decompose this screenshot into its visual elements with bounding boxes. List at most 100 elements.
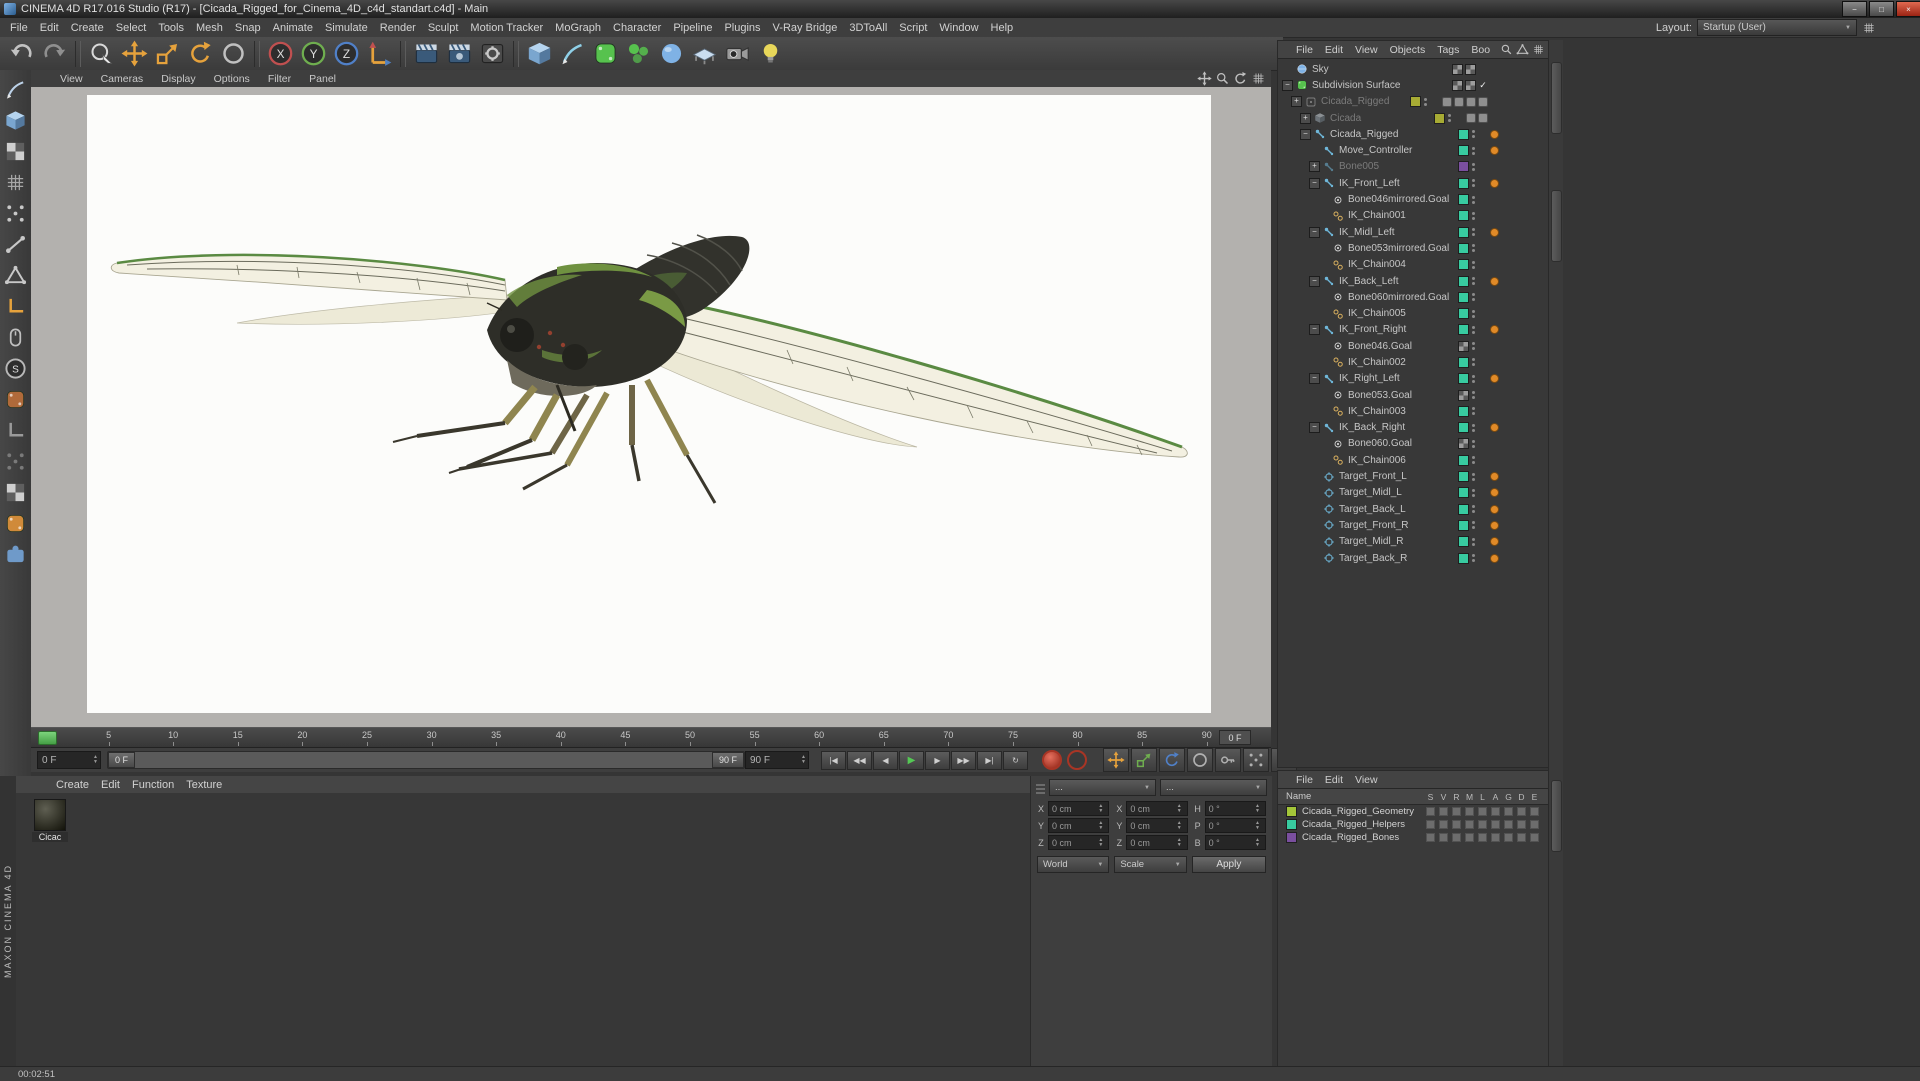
close-button[interactable]: ×: [1896, 1, 1920, 17]
layer-color-toggle[interactable]: [1458, 405, 1469, 417]
object-row-cicada-rigged[interactable]: − Cicada_Rigged: [1278, 126, 1549, 142]
layer-color-toggle[interactable]: [1458, 177, 1469, 189]
layer-color-swatch[interactable]: [1286, 832, 1297, 843]
vp-menu-options[interactable]: Options: [205, 73, 259, 85]
layer-color-toggle[interactable]: [1434, 112, 1445, 124]
record-parameter-toggle[interactable]: [1187, 748, 1213, 772]
search-icon[interactable]: [1500, 43, 1513, 56]
layer-color-toggle[interactable]: [1458, 503, 1469, 515]
coord-input-x-0[interactable]: 0 cm ▲ ▼: [1048, 801, 1110, 816]
layer-color-toggle[interactable]: [1458, 308, 1469, 320]
om-menu-view[interactable]: View: [1349, 44, 1384, 56]
menu-edit[interactable]: Edit: [34, 20, 65, 36]
dock-tab-handle[interactable]: [1551, 62, 1562, 134]
tag-icon[interactable]: [1454, 96, 1464, 107]
layer-toggle-cell[interactable]: [1437, 820, 1450, 829]
pla-toggle[interactable]: [1243, 748, 1269, 772]
layer-toggle-cell[interactable]: [1476, 820, 1489, 829]
collapse-icon[interactable]: −: [1309, 226, 1320, 238]
layers-menu-edit[interactable]: Edit: [1319, 774, 1349, 786]
material-list[interactable]: Cicac: [16, 793, 1030, 1066]
pan-view-icon[interactable]: [1197, 71, 1212, 86]
tag-icon[interactable]: [1478, 96, 1488, 107]
minimize-button[interactable]: −: [1842, 1, 1867, 17]
object-row-sky[interactable]: Sky: [1278, 61, 1549, 77]
layer-color-toggle[interactable]: [1458, 194, 1469, 206]
redo-icon[interactable]: [39, 38, 70, 69]
layer-toggle-cell[interactable]: [1437, 833, 1450, 842]
object-row-target-midl-l[interactable]: Target_Midl_L: [1278, 485, 1549, 501]
vp-menu-display[interactable]: Display: [152, 73, 204, 85]
object-row-ik-chain005[interactable]: IK_Chain005: [1278, 305, 1549, 321]
coord-input-b-2[interactable]: 0 ° ▲ ▼: [1204, 835, 1266, 850]
coord-header-2[interactable]: ... ▼: [1160, 779, 1267, 796]
tag-icon[interactable]: [1442, 96, 1452, 107]
layer-toggle-cell[interactable]: [1502, 833, 1515, 842]
freehand-spline-icon[interactable]: [557, 38, 588, 69]
render-settings-icon[interactable]: [477, 38, 508, 69]
om-menu-objects[interactable]: Objects: [1384, 44, 1432, 56]
menu-help[interactable]: Help: [985, 20, 1020, 36]
layer-color-toggle[interactable]: [1458, 454, 1469, 466]
preview-range-slider[interactable]: 0 F 90 F: [107, 751, 745, 769]
mat-menu-create[interactable]: Create: [50, 777, 95, 793]
light-icon[interactable]: [755, 38, 786, 69]
render-view-icon[interactable]: [411, 38, 442, 69]
menu-plugins[interactable]: Plugins: [718, 20, 766, 36]
object-row-ik-chain001[interactable]: IK_Chain001: [1278, 208, 1549, 224]
layer-toggle-cell[interactable]: [1515, 833, 1528, 842]
filter-icon[interactable]: [1516, 43, 1529, 56]
layer-toggle-cell[interactable]: [1450, 833, 1463, 842]
stepper-arrows-icon[interactable]: ▲ ▼: [801, 755, 808, 765]
coord-input-p-2[interactable]: 0 ° ▲ ▼: [1204, 818, 1266, 833]
layer-toggle-cell[interactable]: [1450, 820, 1463, 829]
layer-toggle-cell[interactable]: [1515, 820, 1528, 829]
render-area[interactable]: [87, 95, 1211, 713]
menu-motion-tracker[interactable]: Motion Tracker: [464, 20, 549, 36]
object-row-move-controller[interactable]: Move_Controller: [1278, 142, 1549, 158]
layer-toggle-cell[interactable]: [1450, 807, 1463, 816]
object-row-target-back-r[interactable]: Target_Back_R: [1278, 550, 1549, 566]
stepper-arrows-icon[interactable]: ▲ ▼: [93, 755, 100, 765]
layer-color-toggle[interactable]: [1458, 471, 1469, 483]
collapse-icon[interactable]: −: [1309, 373, 1320, 385]
object-row-ik-back-left[interactable]: − IK_Back_Left: [1278, 273, 1549, 289]
object-row-cicada[interactable]: + Cicada: [1278, 110, 1549, 126]
material-item[interactable]: Cicac: [32, 799, 68, 842]
layer-toggle-cell[interactable]: [1424, 807, 1437, 816]
layer-toggle-cell[interactable]: [1528, 807, 1541, 816]
make-editable-icon[interactable]: [4, 78, 27, 101]
record-position-toggle[interactable]: [1103, 748, 1129, 772]
object-row-target-back-l[interactable]: Target_Back_L: [1278, 501, 1549, 517]
mat-menu-function[interactable]: Function: [126, 777, 180, 793]
camera-icon[interactable]: [722, 38, 753, 69]
stepper-arrows-icon[interactable]: ▲ ▼: [1177, 837, 1184, 848]
menu-sculpt[interactable]: Sculpt: [422, 20, 465, 36]
collapse-icon[interactable]: −: [1309, 422, 1320, 434]
layer-color-toggle[interactable]: [1410, 96, 1421, 108]
model-mode-icon[interactable]: [4, 109, 27, 132]
layer-color-toggle[interactable]: [1458, 145, 1469, 157]
menu-render[interactable]: Render: [374, 20, 422, 36]
coord-input-y-1[interactable]: 0 cm ▲ ▼: [1126, 818, 1188, 833]
object-row-bone053mirrored-goal[interactable]: Bone053mirrored.Goal: [1278, 240, 1549, 256]
current-frame-field[interactable]: 0 F ▲ ▼: [37, 751, 101, 769]
layer-toggle-cell[interactable]: [1489, 807, 1502, 816]
stepper-arrows-icon[interactable]: ▲ ▼: [1098, 803, 1105, 814]
menu-pipeline[interactable]: Pipeline: [667, 20, 718, 36]
layer-color-toggle[interactable]: [1458, 422, 1469, 434]
menu-create[interactable]: Create: [65, 20, 110, 36]
layer-toggle-cell[interactable]: [1528, 820, 1541, 829]
render-visibility-toggle[interactable]: [1465, 79, 1476, 91]
tag-icon[interactable]: [1466, 113, 1476, 124]
menu-script[interactable]: Script: [893, 20, 933, 36]
object-row-ik-back-right[interactable]: − IK_Back_Right: [1278, 420, 1549, 436]
texture-mode-icon[interactable]: [4, 140, 27, 163]
play-button[interactable]: ▶: [899, 750, 924, 770]
simulate-icon[interactable]: [656, 38, 687, 69]
coord-input-z-1[interactable]: 0 cm ▲ ▼: [1126, 835, 1188, 850]
object-row-bone046-goal[interactable]: Bone046.Goal: [1278, 338, 1549, 354]
vp-menu-filter[interactable]: Filter: [259, 73, 300, 85]
points-mode-icon[interactable]: [4, 202, 27, 225]
object-row-ik-right-left[interactable]: − IK_Right_Left: [1278, 371, 1549, 387]
